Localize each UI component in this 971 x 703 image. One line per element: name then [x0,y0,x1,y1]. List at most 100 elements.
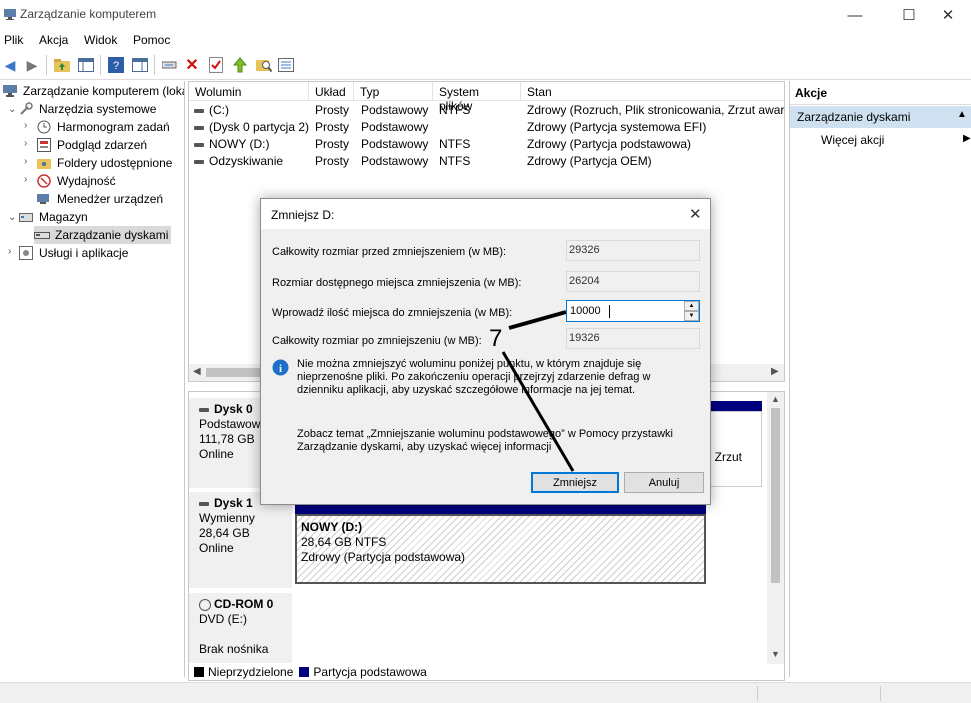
arrow-up-icon[interactable] [230,55,250,75]
column-header[interactable]: Typ [354,82,433,101]
tree-item-services[interactable]: Usługi i aplikacje [18,244,128,262]
dialog-title: Zmniejsz D: [271,208,335,222]
chevron-right-icon[interactable]: › [24,120,27,131]
column-header[interactable]: System plików [433,82,521,113]
scroll-left-icon[interactable]: ◀ [193,366,201,377]
check-icon[interactable] [206,55,226,75]
tree-item-performance[interactable]: Wydajność [36,172,116,190]
chevron-right-icon[interactable]: › [24,174,27,185]
chevron-right-icon[interactable]: › [24,138,27,149]
tools-icon [18,101,34,117]
table-row[interactable]: (C:) Prosty Podstawowy NTFS Zdrowy (Rozr… [189,103,784,120]
menu-file[interactable]: Plik [4,33,23,47]
close-button[interactable]: ✕ [925,0,971,30]
partition-c[interactable]: , Zrzut [708,411,762,487]
tree-item-storage[interactable]: Magazyn [18,208,88,226]
navigation-tree: Zarządzanie komputerem (loka ⌄ Narzędzia… [0,81,185,677]
menu-help[interactable]: Pomoc [133,33,170,47]
tree-item-system-tools[interactable]: Narzędzia systemowe [18,100,156,118]
volume-icon [194,108,204,113]
stepper-up-icon[interactable]: ▲ [684,301,699,311]
clock-icon [36,119,52,135]
search-folder-icon[interactable] [254,55,274,75]
column-header[interactable]: Układ [309,82,354,101]
chevron-down-icon[interactable]: ⌄ [8,212,16,223]
computer-icon [2,83,18,99]
minimize-button[interactable]: — [832,0,878,30]
tree-item-event-viewer[interactable]: Podgląd zdarzeń [36,136,147,154]
stepper-down-icon[interactable]: ▼ [684,311,699,321]
tree-item-shared-folders[interactable]: Foldery udostępnione [36,154,172,172]
vertical-scrollbar[interactable]: ▲ ▼ [767,392,784,664]
dialog-titlebar: Zmniejsz D: ✕ [261,199,710,229]
scroll-right-icon[interactable]: ▶ [771,366,779,377]
actions-section[interactable]: Zarządzanie dyskami ▲ [790,106,971,128]
column-header[interactable]: Stan [521,82,784,101]
cdrom-label[interactable]: CD-ROM 0 DVD (E:) Brak nośnika [189,593,292,663]
shrink-amount-input[interactable]: 10000 [570,305,601,317]
help-text: Zobacz temat „Zmniejszanie woluminu pods… [297,428,673,453]
tree-item-device-manager[interactable]: Menedżer urządzeń [36,190,163,208]
forward-arrow-icon[interactable]: ▶ [22,55,42,75]
dialog-close-icon[interactable]: ✕ [689,205,702,223]
partition-bar [295,505,706,514]
info-text: Nie można zmniejszyć woluminu poniżej pu… [297,358,651,396]
scroll-thumb[interactable] [771,408,780,583]
scroll-down-icon[interactable]: ▼ [771,649,780,659]
shared-folder-icon [36,155,52,171]
chevron-right-icon: ▶ [963,133,971,144]
chevron-down-icon[interactable]: ⌄ [8,104,16,115]
status-bar [0,682,971,703]
shrink-amount-stepper[interactable]: 10000 ▲ ▼ [566,300,700,322]
delete-icon[interactable]: ✕ [182,55,202,75]
cancel-button[interactable]: Anuluj [624,472,704,493]
properties-pane-icon[interactable] [130,55,150,75]
menu-view[interactable]: Widok [84,33,117,47]
disk-icon [199,501,209,506]
event-viewer-icon [36,137,52,153]
shrink-dialog: Zmniejsz D: ✕ Całkowity rozmiar przed zm… [260,198,711,505]
table-row[interactable]: NOWY (D:) Prosty Podstawowy NTFS Zdrowy … [189,137,784,154]
legend: Nieprzydzielone Partycja podstawowa [194,664,774,680]
table-row[interactable]: (Dysk 0 partycja 2) Prosty Podstawowy Zd… [189,120,784,137]
chevron-right-icon[interactable]: › [24,156,27,167]
available-space-value: 26204 [566,271,700,292]
info-icon: i [272,359,289,376]
list-view-icon[interactable] [276,55,296,75]
app-icon [4,8,16,20]
volume-icon [194,142,204,147]
more-actions[interactable]: Więcej akcji ▶ [821,133,971,151]
help-icon[interactable]: ? [106,55,126,75]
disk-icon [199,407,209,412]
tree-item-disk-management[interactable]: Zarządzanie dyskami [34,226,172,244]
actions-pane: Akcje Zarządzanie dyskami ▲ Więcej akcji… [789,81,971,677]
cdrom-icon [199,598,211,611]
volume-icon [194,159,204,164]
disk-management-icon [34,227,50,243]
table-row[interactable]: Odzyskiwanie Prosty Podstawowy NTFS Zdro… [189,154,784,171]
partition-bar [709,401,762,411]
title-bar: Zarządzanie komputerem — ☐ ✕ [0,0,971,30]
tree-root[interactable]: Zarządzanie komputerem (loka [2,82,184,100]
connect-icon[interactable] [160,55,180,75]
svg-text:?: ? [113,60,119,72]
collapse-icon[interactable]: ▲ [957,109,967,120]
total-size-label: Całkowity rozmiar przed zmniejszeniem (w… [272,246,507,258]
size-after-value: 19326 [566,328,700,349]
services-icon [18,245,34,261]
shrink-button[interactable]: Zmniejsz [531,472,619,493]
partition-d[interactable]: NOWY (D:) 28,64 GB NTFS Zdrowy (Partycja… [295,514,706,584]
size-after-label: Całkowity rozmiar po zmniejszeniu (w MB)… [272,335,482,347]
disk-1-label[interactable]: Dysk 1 Wymienny 28,64 GB Online [189,492,292,588]
storage-icon [18,209,34,225]
tree-item-task-scheduler[interactable]: Harmonogram zadań [36,118,170,136]
column-header[interactable]: Wolumin [189,82,309,101]
up-folder-icon[interactable] [52,55,72,75]
svg-text:i: i [279,363,282,375]
chevron-right-icon[interactable]: › [8,246,11,257]
back-arrow-icon[interactable]: ◀ [0,55,20,75]
window-title: Zarządzanie komputerem [20,7,157,21]
show-hide-tree-icon[interactable] [76,55,96,75]
menu-action[interactable]: Akcja [39,33,68,47]
scroll-up-icon[interactable]: ▲ [771,394,780,404]
